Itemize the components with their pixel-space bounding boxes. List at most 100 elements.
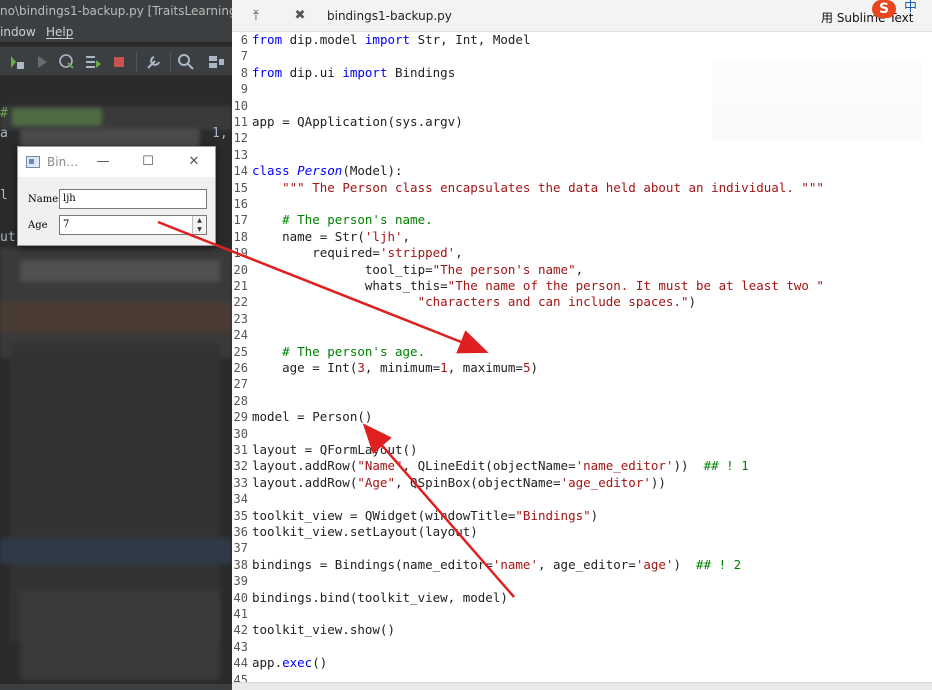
code-token: """ The Person class encapsulates the da… (282, 179, 824, 195)
code-line: from dip.ui import Bindings (252, 65, 455, 81)
code-token: 1 (440, 360, 448, 375)
code-token: import (364, 32, 411, 47)
minimize-icon[interactable]: — (95, 154, 111, 170)
code-token: # The person's name. (282, 212, 433, 228)
line-number: 26 (233, 361, 248, 375)
code-fragment: a (0, 126, 8, 141)
line-number: 39 (233, 574, 248, 589)
name-label: Name (28, 194, 59, 205)
code-token: ) (673, 556, 697, 572)
code-token: , (575, 261, 584, 277)
coverage-icon[interactable] (84, 53, 102, 71)
blurred-code (20, 590, 220, 680)
line-number: 19 (233, 246, 248, 261)
stop-icon[interactable] (110, 53, 128, 71)
age-spinbox[interactable]: 7 ▲ ▼ (59, 215, 207, 235)
line-number: 44 (233, 656, 248, 671)
window-app-icon (26, 156, 40, 168)
debug-icon[interactable] (58, 53, 76, 71)
code-token: "The name of the person. It must be at l… (447, 278, 824, 293)
name-value: ljh (63, 193, 76, 204)
sublime-window: ⤒ ✖ bindings1-backup.py 用 Sublime Text S… (232, 0, 932, 690)
ide-title-bar: no\bindings1-backup.py [TraitsLearning] (0, 0, 232, 22)
menu-window[interactable]: indow (0, 22, 36, 42)
ide-window: no\bindings1-backup.py [TraitsLearning] … (0, 0, 232, 690)
code-token: , (402, 228, 411, 244)
code-line: toolkit_view = QWidget(windowTitle="Bind… (252, 508, 598, 524)
code-token: )) (650, 474, 666, 490)
code-line: tool_tip="The person's name", (252, 262, 583, 278)
scroll-top-icon[interactable]: ⤒ (248, 8, 264, 24)
name-input[interactable]: ljh (59, 189, 207, 209)
code-line: name = Str('ljh', (252, 229, 410, 245)
code-token: layout = QFormLayout() (252, 442, 418, 457)
code-token: age = Int( (252, 360, 358, 375)
line-number: 36 (233, 525, 248, 539)
code-line: layout.addRow("Name", QLineEdit(objectNa… (252, 458, 749, 474)
structure-icon[interactable] (207, 53, 225, 71)
search-icon[interactable] (177, 53, 195, 71)
code-token: required= (252, 245, 380, 261)
code-line: model = Person() (252, 409, 372, 425)
ide-status-bar (0, 684, 232, 690)
line-number: 15 (233, 180, 248, 195)
toolbar-separator (170, 52, 171, 72)
code-token: dip.model (282, 32, 365, 47)
wrench-icon[interactable] (145, 53, 163, 71)
code-token: toolkit_view.show() (252, 622, 395, 638)
blurred-code (12, 108, 102, 126)
line-number: 20 (233, 262, 248, 277)
code-token: dip.ui (282, 64, 343, 80)
code-token: 3 (357, 360, 365, 375)
ime-indicator[interactable]: S 中 (872, 0, 932, 18)
run-config-icon[interactable] (8, 53, 26, 71)
line-number: 29 (233, 410, 248, 425)
code-token: bindings.bind(toolkit_view, model) (252, 589, 508, 605)
line-number: 14 (233, 164, 248, 179)
code-token: Str, Int, Model (410, 32, 531, 47)
code-line: required='stripped', (252, 245, 463, 261)
line-number: 27 (233, 377, 248, 392)
ide-toolbar (0, 46, 232, 76)
code-token: app. (252, 655, 283, 671)
spin-up-icon[interactable]: ▲ (193, 216, 206, 225)
pin-icon[interactable]: ✖ (292, 8, 308, 24)
line-number: 37 (233, 541, 248, 556)
code-fragment: ut (0, 230, 16, 245)
line-number: 13 (233, 147, 248, 162)
code-token: () (312, 655, 328, 671)
code-line: app.exec() (252, 655, 327, 671)
line-number-gutter: 6 7 8 9 10 11 12 13 14 15 16 17 18 19 20 21 22 23 24 25 26 27… (232, 32, 250, 687)
code-token: "Bindings" (515, 507, 591, 523)
code-token: 'age_editor' (560, 474, 651, 490)
line-number: 6 (240, 33, 248, 47)
line-number: 21 (233, 279, 248, 293)
spin-down-icon[interactable]: ▼ (193, 225, 206, 234)
line-number: 24 (233, 328, 248, 343)
line-number: 31 (233, 443, 248, 457)
code-line: bindings.bind(toolkit_view, model) (252, 590, 508, 606)
line-number: 35 (233, 508, 248, 523)
maximize-icon[interactable]: ☐ (140, 154, 156, 170)
code-token: toolkit_view.setLayout(layout) (252, 524, 478, 539)
code-token: name = Str( (252, 228, 365, 244)
code-fragment: l (0, 188, 8, 203)
menu-help[interactable]: Help (46, 22, 73, 42)
run-icon[interactable] (33, 53, 51, 71)
code-token: , minimum= (364, 360, 441, 375)
code-token: model = Person() (252, 409, 373, 425)
code-token: 'stripped' (379, 245, 456, 261)
code-token: , maximum= (447, 360, 523, 375)
code-token: 'name' (492, 556, 538, 572)
tab-filename[interactable]: bindings1-backup.py (327, 9, 452, 23)
code-view[interactable]: from dip.model import Str, Int, Model fro… (252, 32, 932, 682)
code-token: 'age' (635, 556, 674, 572)
code-token: ) (688, 294, 697, 310)
code-token: from (252, 64, 283, 80)
line-number: 40 (233, 590, 248, 605)
close-icon[interactable]: ✕ (186, 154, 202, 170)
blurred-code (20, 260, 220, 282)
code-line: # The person's age. (252, 344, 425, 360)
bindings-title-bar[interactable]: Bin… — ☐ ✕ (18, 147, 215, 177)
